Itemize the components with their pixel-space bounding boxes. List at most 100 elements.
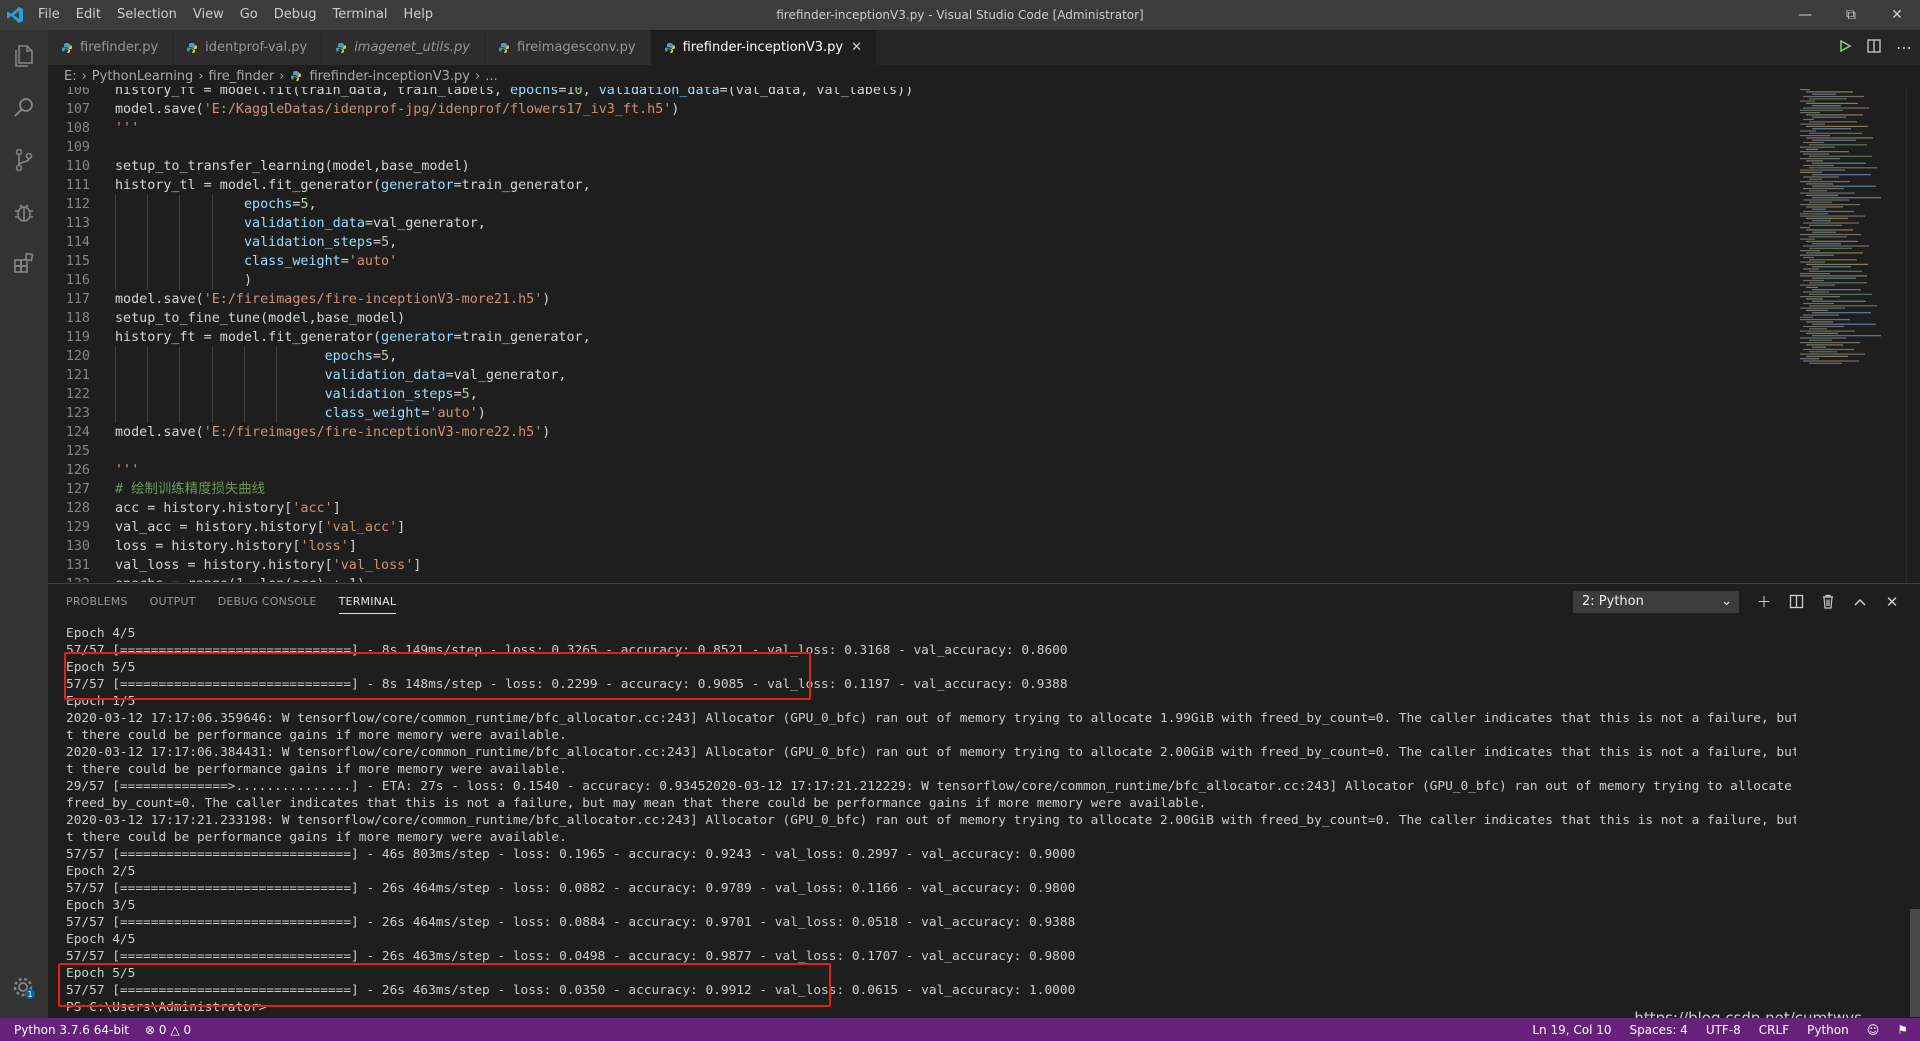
- minimap-line: [1809, 362, 1842, 364]
- minimize-icon[interactable]: —: [1782, 0, 1828, 30]
- minimap-line: [1800, 358, 1819, 360]
- minimap-line: [1812, 323, 1876, 325]
- extensions-icon[interactable]: [0, 238, 48, 290]
- breadcrumb-drive[interactable]: E:: [64, 69, 77, 84]
- minimap-line: [1803, 279, 1824, 282]
- line-number: 108: [65, 121, 90, 136]
- line-number: 132: [48, 575, 90, 582]
- tab-output[interactable]: OUTPUT: [150, 584, 196, 619]
- minimap-line: [1800, 254, 1834, 256]
- settings-gear-icon[interactable]: 1: [0, 964, 48, 1012]
- code-line: 122 validation_steps=5,: [48, 385, 1788, 404]
- minimap-line: [1800, 238, 1815, 240]
- menu-file[interactable]: File: [30, 0, 68, 30]
- terminal-line: t there could be performance gains if mo…: [66, 728, 567, 743]
- menu-selection[interactable]: Selection: [109, 0, 185, 30]
- tab-terminal[interactable]: TERMINAL: [338, 590, 397, 614]
- explorer-icon[interactable]: [0, 30, 48, 82]
- problems-indicator[interactable]: ⊗ 0 △ 0: [145, 1023, 191, 1037]
- code-editor[interactable]: 106 history_ft = model.fit(train_data, tr…: [48, 87, 1920, 582]
- terminal-scrollbar[interactable]: [1910, 909, 1920, 1017]
- line-number: 117: [65, 292, 90, 307]
- tab-problems[interactable]: PROBLEMS: [66, 584, 128, 619]
- code-text: ): [115, 273, 253, 288]
- indentation[interactable]: Spaces: 4: [1630, 1023, 1688, 1037]
- minimap-line: [1806, 91, 1853, 93]
- line-number: 121: [65, 368, 90, 383]
- terminal-line: 29/57 [==============>...............] -…: [66, 779, 1796, 794]
- menu-edit[interactable]: Edit: [68, 0, 109, 30]
- cursor-position[interactable]: Ln 19, Col 10: [1532, 1023, 1611, 1037]
- minimap-line: [1809, 282, 1867, 284]
- minimap-line: [1806, 137, 1873, 139]
- minimap-line: [1803, 256, 1814, 259]
- minimap-line: [1809, 190, 1827, 192]
- menu-terminal[interactable]: Terminal: [325, 0, 396, 30]
- source-control-icon[interactable]: [0, 134, 48, 186]
- minimap-line: [1812, 277, 1856, 279]
- new-terminal-icon[interactable]: ＋: [1756, 593, 1772, 611]
- minimap-line: [1812, 105, 1841, 107]
- tab-close-icon[interactable]: ✕: [851, 40, 862, 55]
- debug-icon[interactable]: [0, 186, 48, 238]
- bottom-panel: PROBLEMS OUTPUT DEBUG CONSOLE TERMINAL 2…: [48, 583, 1920, 1018]
- python-interpreter[interactable]: Python 3.7.6 64-bit: [14, 1023, 129, 1037]
- tab-identprof-val[interactable]: identprof-val.py: [173, 30, 323, 65]
- tab-fireimagesconv[interactable]: fireimagesconv.py: [484, 30, 651, 65]
- code-text: class_weight='auto'): [324, 406, 486, 421]
- line-number: 109: [65, 140, 90, 155]
- tab-imagenet-utils[interactable]: imagenet_utils.py: [322, 30, 485, 65]
- minimap-line: [1812, 128, 1851, 130]
- trash-icon[interactable]: [1820, 594, 1836, 610]
- minimap-line: [1800, 151, 1849, 153]
- breadcrumb-file[interactable]: firefinder-inceptionV3.py: [309, 69, 470, 84]
- minimap-line: [1809, 259, 1857, 261]
- breadcrumb-folder[interactable]: fire_finder: [209, 69, 275, 84]
- run-icon[interactable]: [1838, 39, 1852, 57]
- line-number: 110: [65, 159, 90, 174]
- tab-firefinder[interactable]: firefinder.py: [48, 30, 174, 65]
- restore-icon[interactable]: ⧉: [1828, 0, 1874, 30]
- maximize-panel-icon[interactable]: [1852, 594, 1868, 610]
- menu-help[interactable]: Help: [395, 0, 441, 30]
- minimap-line: [1812, 231, 1836, 233]
- search-icon[interactable]: [0, 82, 48, 134]
- split-terminal-icon[interactable]: [1788, 594, 1804, 610]
- breadcrumb-folder[interactable]: PythonLearning: [92, 69, 194, 84]
- line-number: 122: [65, 387, 90, 402]
- encoding[interactable]: UTF-8: [1706, 1023, 1741, 1037]
- tab-firefinder-inceptionv3[interactable]: firefinder-inceptionV3.py ✕: [650, 30, 877, 65]
- breadcrumb-more[interactable]: ...: [485, 69, 497, 84]
- minimap-line: [1812, 335, 1881, 337]
- feedback-icon[interactable]: ☺: [1867, 1023, 1880, 1037]
- editor-scrollbar[interactable]: [1906, 87, 1920, 582]
- tab-debug-console[interactable]: DEBUG CONSOLE: [218, 584, 317, 619]
- language-mode[interactable]: Python: [1807, 1023, 1849, 1037]
- minimap-line: [1803, 314, 1839, 316]
- code-text: validation_steps=5,: [244, 235, 398, 250]
- minimap-line: [1809, 121, 1857, 123]
- notifications-bell-icon[interactable]: ⚑: [1897, 1023, 1908, 1037]
- minimap-line: [1809, 155, 1872, 157]
- line-ending[interactable]: CRLF: [1759, 1023, 1789, 1037]
- minimap-line: [1806, 102, 1858, 104]
- split-editor-icon[interactable]: [1866, 38, 1882, 58]
- terminal-select[interactable]: 2: Python ⌄: [1573, 591, 1739, 613]
- minimap-line: [1812, 93, 1836, 95]
- minimap-line: [1800, 100, 1815, 102]
- line-number: 124: [65, 425, 90, 440]
- code-line: 110 setup_to_transfer_learning(model,base…: [48, 157, 1788, 176]
- error-icon: ⊗: [145, 1022, 156, 1037]
- menu-debug[interactable]: Debug: [266, 0, 325, 30]
- close-window-icon[interactable]: ✕: [1874, 0, 1920, 30]
- minimap-line: [1803, 107, 1869, 109]
- close-panel-icon[interactable]: ✕: [1884, 593, 1900, 611]
- code-text: acc = history.history['acc']: [115, 501, 341, 516]
- more-actions-icon[interactable]: ⋯: [1896, 38, 1912, 57]
- minimap-line: [1806, 252, 1863, 254]
- python-file-icon: [289, 69, 303, 83]
- menu-go[interactable]: Go: [232, 0, 266, 30]
- minimap[interactable]: [1796, 87, 1906, 377]
- minimap-line: [1806, 114, 1863, 116]
- menu-view[interactable]: View: [185, 0, 232, 30]
